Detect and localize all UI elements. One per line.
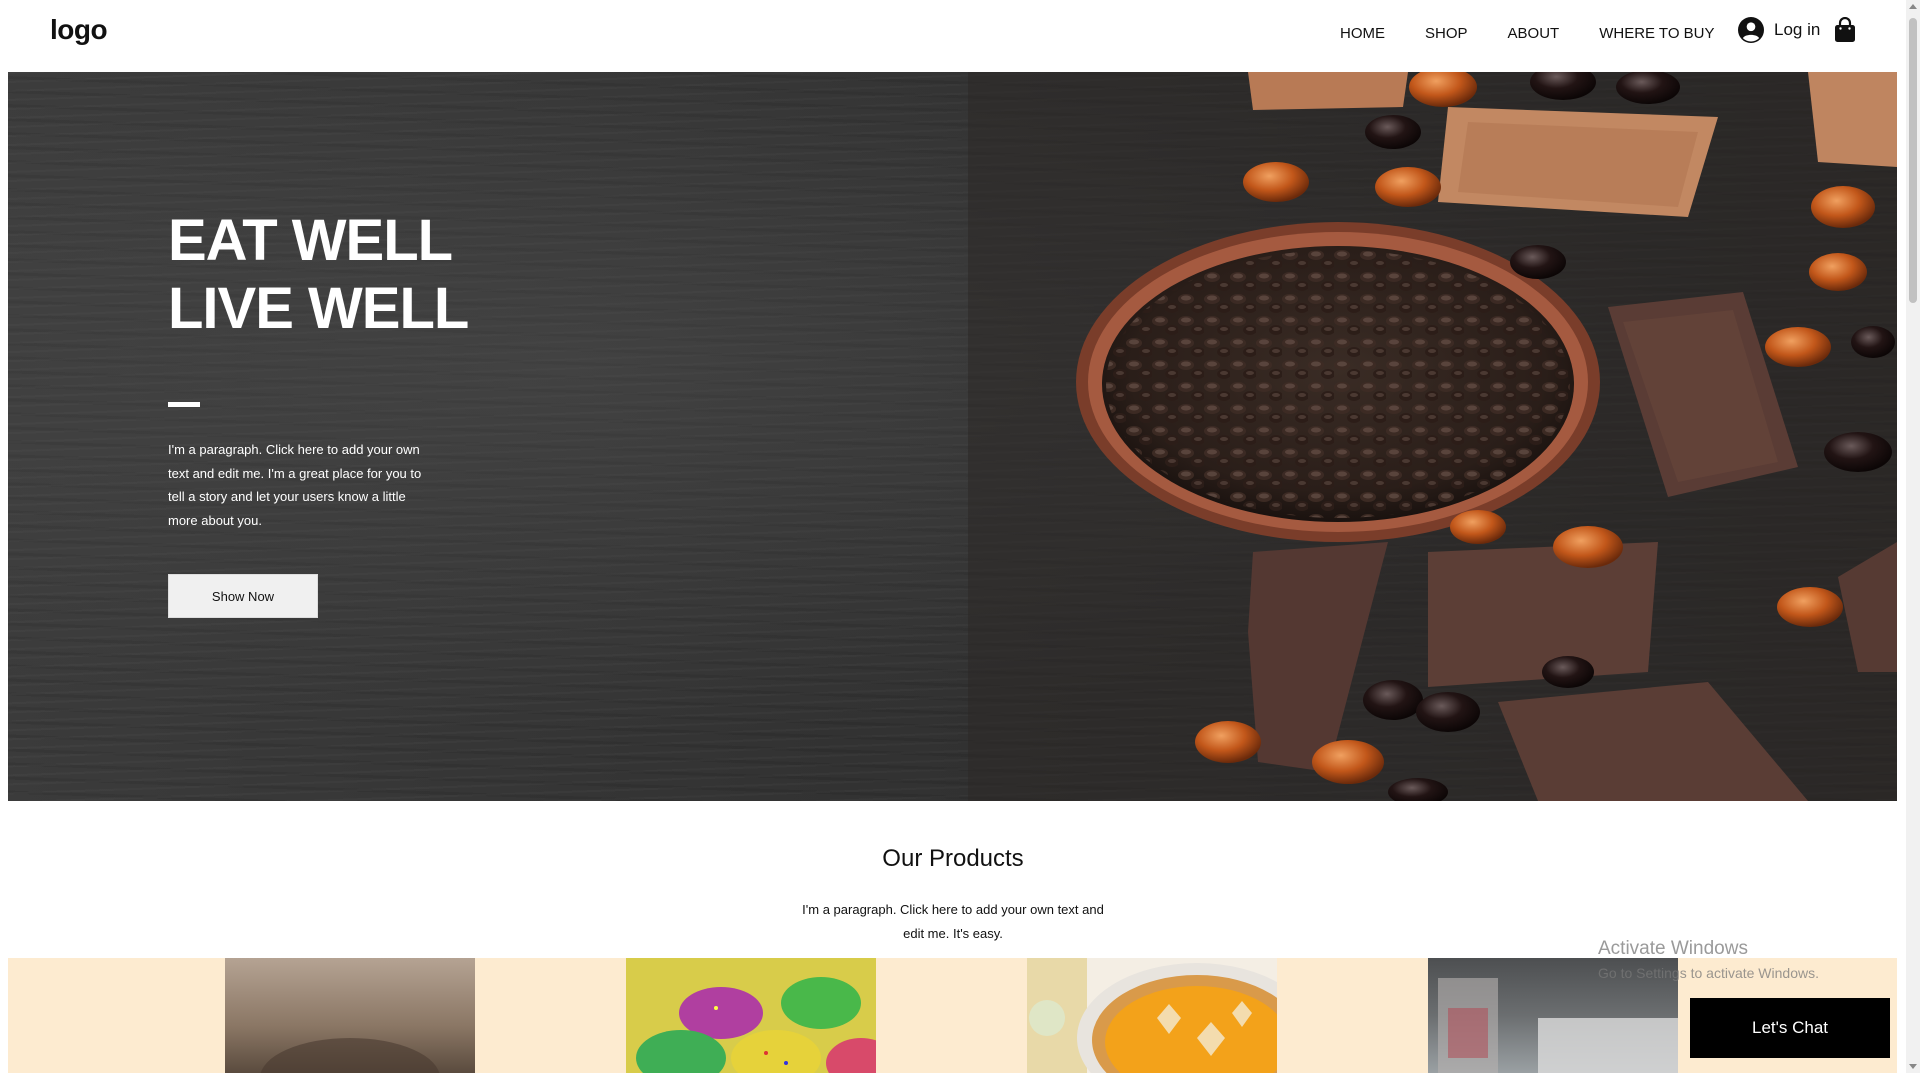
cupcakes-photo — [636, 977, 876, 1073]
nav-about-link[interactable]: ABOUT — [1508, 22, 1560, 46]
watermark-title: Activate Windows — [1598, 938, 1748, 959]
products-title: Our Products — [882, 845, 1024, 872]
product-image-3[interactable] — [1027, 958, 1277, 1073]
hero-title: EAT WELL LIVE WELL — [168, 207, 469, 343]
nav-home-link[interactable]: HOME — [1340, 22, 1385, 46]
watermark-subtitle: Go to Settings to activate Windows. — [1598, 965, 1819, 981]
nav-shop-link[interactable]: SHOP — [1425, 22, 1468, 46]
account-circle-icon — [1738, 17, 1764, 43]
product-image-2[interactable] — [626, 958, 876, 1073]
site-header: logo HOME SHOP ABOUT WHERE TO BUY Log in — [0, 0, 1906, 72]
hero-banner: EAT WELL LIVE WELL I'm a paragraph. Clic… — [8, 72, 1897, 801]
windows-activation-watermark: Activate Windows Go to Settings to activ… — [1598, 938, 1819, 981]
hero-title-line2: LIVE WELL — [168, 276, 469, 341]
hero-paragraph: I'm a paragraph. Click here to add your … — [168, 442, 422, 528]
logo[interactable]: logo — [50, 14, 108, 46]
lets-chat-button[interactable]: Let's Chat — [1690, 998, 1890, 1058]
login-button[interactable]: Log in — [1738, 17, 1820, 43]
product-photo-1 — [260, 1038, 440, 1073]
shopping-bag-icon[interactable] — [1834, 17, 1856, 43]
hero-title-line1: EAT WELL — [168, 208, 453, 273]
page-scrollbar[interactable] — [1906, 0, 1920, 1073]
scrollbar-thumb[interactable] — [1909, 18, 1917, 303]
scroll-up-arrow-icon[interactable] — [1909, 4, 1917, 9]
products-paragraph: I'm a paragraph. Click here to add your … — [802, 902, 1104, 941]
pumpkin-pie-photo — [1027, 958, 1277, 1073]
chocolate-hero-image — [968, 72, 1897, 801]
scroll-down-arrow-icon[interactable] — [1909, 1064, 1917, 1069]
login-label: Log in — [1774, 20, 1821, 39]
main-nav: HOME SHOP ABOUT WHERE TO BUY — [1340, 22, 1755, 46]
hero-divider — [168, 402, 200, 407]
show-now-button[interactable]: Show Now — [168, 574, 318, 618]
product-image-1[interactable] — [225, 958, 475, 1073]
nav-where-to-buy-link[interactable]: WHERE TO BUY — [1599, 22, 1714, 46]
